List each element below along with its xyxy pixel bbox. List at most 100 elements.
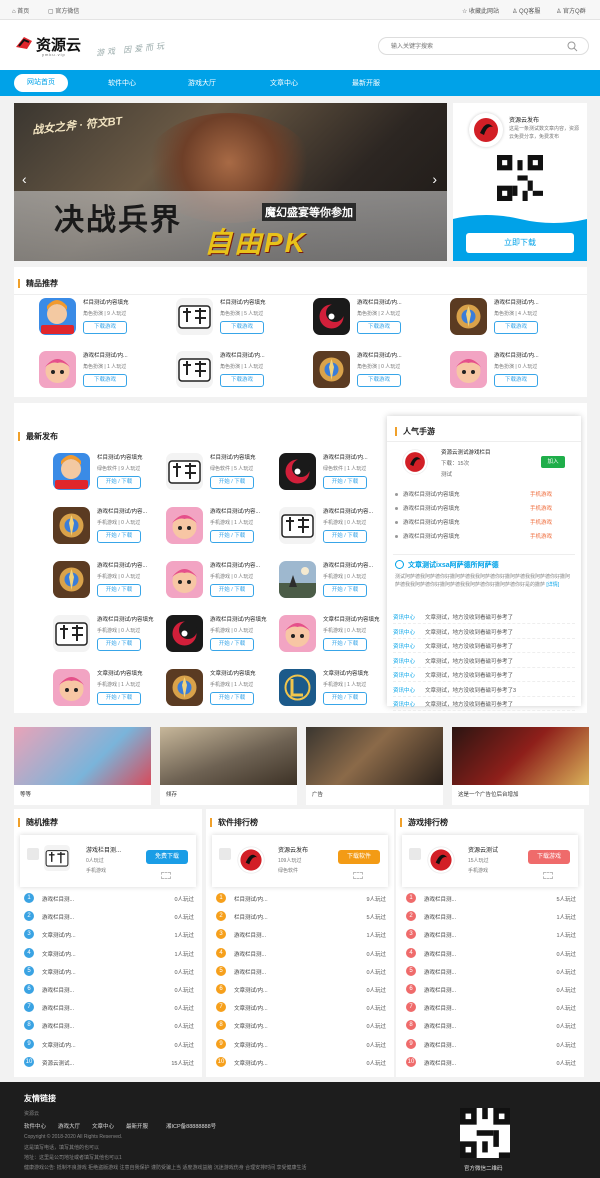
app-name[interactable]: 文章测试/内容填充 [210,669,256,677]
qr-mini-icon[interactable] [543,872,553,879]
news-title[interactable]: 文章测试，地方没收到看磁可参考了 [425,613,513,621]
app-name[interactable]: 文章栏目测试/内容填充 [323,615,380,623]
app-card[interactable]: 游戏栏目测试/内容... 手机游戏 | 1 人玩过 开始 / 下载 [166,507,296,553]
news-title[interactable]: 文章测试，地方没收到看磁可参考了 [425,642,513,650]
news-title[interactable]: 文章测试，地方没收到看磁可参考了3 [425,686,516,694]
app-name[interactable]: 栏目测试/内容填充 [210,453,256,461]
news-tag[interactable]: 资讯中心 [393,671,415,679]
app-icon[interactable] [279,453,316,490]
rank-row[interactable]: 1 游戏栏目测... 0人玩过 [24,893,194,905]
rank-row[interactable]: 3 游戏栏目测... 1人玩过 [216,929,386,941]
news-item[interactable]: 资讯中心 文章测试，地方没收到看磁可参考了 [393,627,575,639]
rank-row-title[interactable]: 游戏栏目测... [42,895,74,903]
app-icon[interactable] [450,298,487,335]
nav-home[interactable]: 网站首页 [14,74,68,92]
rank-row-title[interactable]: 文章测试/内... [234,1059,268,1067]
rank-row[interactable]: 6 文章测试/内... 0人玩过 [216,984,386,996]
rank-row[interactable]: 2 栏目测试/内... 5人玩过 [216,911,386,923]
app-name[interactable]: 游戏栏目测试/内容... [323,507,373,515]
app-card[interactable]: 游戏栏目测试/内... 角色扮演 | 4 人玩过 下载游戏 [450,298,580,344]
app-card[interactable]: 游戏栏目测试/内容... 手机游戏 | 0 人玩过 开始 / 下载 [53,561,183,607]
app-card[interactable]: 游戏栏目测试/内容填充 手机游戏 | 0 人玩过 开始 / 下载 [166,615,296,661]
rank-row-title[interactable]: 游戏栏目测... [234,931,266,939]
app-name[interactable]: 游戏栏目测试/内... [357,298,402,306]
rank-row-title[interactable]: 游戏栏目测... [424,895,456,903]
rank-row[interactable]: 5 游戏栏目测... 0人玩过 [406,965,576,978]
rank-row-title[interactable]: 游戏栏目测... [424,986,456,994]
rank-row-title[interactable]: 游戏栏目测... [424,1004,456,1012]
home-link[interactable]: ⌂ 首页 [12,6,29,15]
news-item[interactable]: 资讯中心 文章测试，地方没收到看磁可参考了 [393,641,575,653]
rank-row[interactable]: 9 文章测试/内... 0人玩过 [216,1038,386,1051]
logo-icon[interactable] [15,35,33,51]
news-tag[interactable]: 资讯中心 [393,642,415,650]
app-download-button[interactable]: 下载游戏 [220,321,264,334]
rank-row-title[interactable]: 文章测试/内... [234,1022,268,1030]
news-tag[interactable]: 资讯中心 [393,686,415,694]
news-item[interactable]: 资讯中心 文章测试，地方没收到看磁可参考了 [393,656,575,668]
app-icon[interactable] [39,298,76,335]
rank-row-title[interactable]: 文章测试/内... [234,986,268,994]
app-download-button[interactable]: 下载游戏 [83,374,127,387]
app-name[interactable]: 游戏栏目测试/内... [83,351,128,359]
app-card[interactable]: 栏目测试/内容填充 角色扮演 | 9 人玩过 下载游戏 [39,298,169,344]
app-download-button[interactable]: 开始 / 下载 [210,692,254,705]
news-tag[interactable]: 资讯中心 [393,613,415,621]
news-item[interactable]: 资讯中心 文章测试，地方没收到看磁可参考了 [393,699,575,711]
app-name[interactable]: 文章测试/内容填充 [97,669,143,677]
rank-download-button[interactable]: 下载软件 [338,850,380,864]
qq-group-link[interactable]: ♙ 官方Q群 [556,6,586,15]
app-name[interactable]: 游戏栏目测试/内... [494,298,539,306]
ad-banner[interactable]: 广告 [306,727,443,805]
qr-mini-icon[interactable] [353,872,363,879]
app-download-button[interactable]: 开始 / 下载 [323,476,367,489]
bookmark-link[interactable]: ☆ 收藏此网站 [462,6,499,15]
rank-download-button[interactable]: 下载游戏 [528,850,570,864]
hot-article-more-link[interactable]: [详情] [546,582,559,588]
rank-top-name[interactable]: 资源云发布 [278,845,308,854]
app-icon[interactable] [53,615,90,652]
app-download-button[interactable]: 开始 / 下载 [323,530,367,543]
app-download-button[interactable]: 下载游戏 [357,374,401,387]
rank-row[interactable]: 6 游戏栏目测... 0人玩过 [24,984,194,996]
app-icon[interactable] [279,507,316,544]
app-icon[interactable] [166,507,203,544]
app-name[interactable]: 游戏栏目测试/内容... [323,561,373,569]
app-download-button[interactable]: 下载游戏 [83,321,127,334]
news-tag[interactable]: 资讯中心 [393,700,415,708]
hot-item-category[interactable]: 手机游戏 [530,504,552,512]
app-name[interactable]: 游戏栏目测试/内容填充 [210,615,267,623]
app-icon[interactable] [450,351,487,388]
wechat-link[interactable]: ▢ 官方微信 [48,6,79,15]
footer-link-software[interactable]: 软件中心 [24,1122,46,1130]
rank-row[interactable]: 1 游戏栏目测... 5人玩过 [406,893,576,905]
rank-row-title[interactable]: 栏目测试/内... [234,913,268,921]
rank-top-card[interactable]: 游戏栏目测... 0人玩过 手机游戏 免费下载 [20,835,196,887]
app-card[interactable]: 游戏栏目测试/内... 角色扮演 | 1 人玩过 下载游戏 [176,351,306,397]
rank-top-card[interactable]: 资源云发布 109人玩过 绿色软件 下载软件 [212,835,388,887]
app-card[interactable]: 文章测试/内容填充 手机游戏 | 1 人玩过 开始 / 下载 [166,669,296,715]
app-download-button[interactable]: 下载游戏 [220,374,264,387]
app-download-button[interactable]: 开始 / 下载 [210,638,254,651]
ad-image[interactable] [452,727,589,785]
rank-row[interactable]: 7 游戏栏目测... 0人玩过 [24,1002,194,1014]
search-box[interactable] [378,37,589,55]
hot-item-title[interactable]: 游戏栏目测试/内容填充 [403,532,460,540]
app-icon[interactable] [279,561,316,598]
app-icon[interactable] [166,561,203,598]
rank-row[interactable]: 10 游戏栏目测... 0人玩过 [406,1056,576,1069]
app-icon[interactable] [176,351,213,388]
app-download-button[interactable]: 开始 / 下载 [97,530,141,543]
rank-top-name[interactable]: 游戏栏目测... [86,845,121,854]
hot-item-title[interactable]: 游戏栏目测试/内容填充 [403,504,460,512]
hot-list-item[interactable]: 游戏栏目测试/内容填充 手机游戏 [395,518,573,528]
app-name[interactable]: 游戏栏目测试/内... [220,351,265,359]
app-card[interactable]: 游戏栏目测试/内容... 手机游戏 | 0 人玩过 开始 / 下载 [53,507,183,553]
news-item[interactable]: 资讯中心 文章测试，地方没收到看磁可参考了 [393,612,575,624]
qq-service-link[interactable]: ♙ QQ客服 [512,6,540,15]
ad-image[interactable] [306,727,443,785]
rank-row-title[interactable]: 文章测试/内... [234,1004,268,1012]
rank-row-title[interactable]: 游戏栏目测... [424,1022,456,1030]
ad-caption[interactable]: 这是一个广告位后台增加 [458,790,519,798]
app-download-button[interactable]: 开始 / 下载 [97,476,141,489]
